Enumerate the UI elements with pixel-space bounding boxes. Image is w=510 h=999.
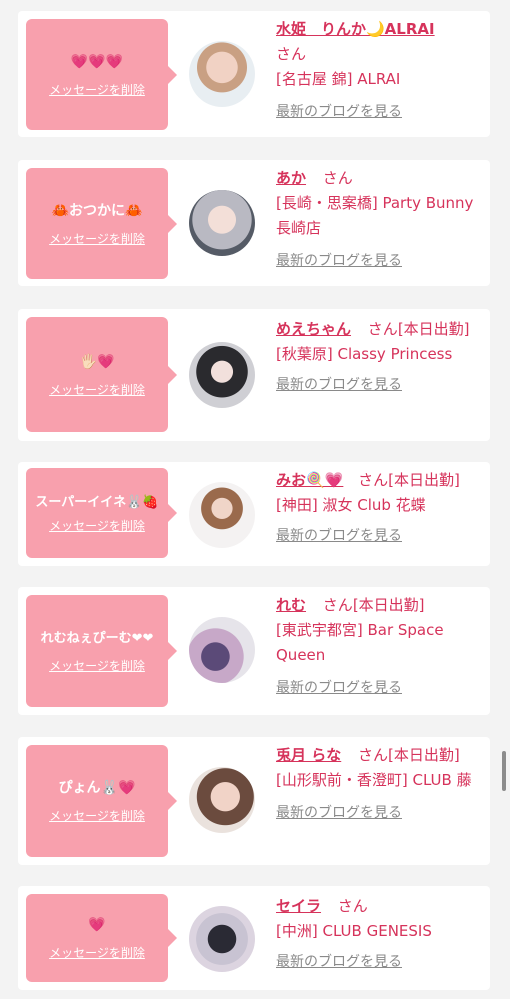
status-tag: [本日出勤]	[397, 320, 470, 338]
delete-message-link[interactable]: メッセージを削除	[49, 517, 145, 534]
message-card: 💗 メッセージを削除 セイラ さん [中洲] CLUB GENESIS 最新のブ…	[18, 886, 490, 990]
message-bubble: 🦀おつかに🦀 メッセージを削除	[26, 168, 177, 279]
delete-message-link[interactable]: メッセージを削除	[49, 230, 145, 247]
avatar[interactable]	[189, 342, 255, 408]
shop-name: [名古屋 錦] ALRAI	[276, 70, 401, 88]
message-bubble: ぴょん🐰💗 メッセージを削除	[26, 745, 177, 857]
san-suffix: さん	[322, 596, 353, 614]
san-suffix: さん	[276, 45, 307, 63]
latest-blog-link[interactable]: 最新のブログを見る	[276, 676, 484, 701]
message-card: ぴょん🐰💗 メッセージを削除 兎月 らな さん[本日出勤] [山形駅前・香澄町]…	[18, 737, 490, 865]
delete-message-link[interactable]: メッセージを削除	[49, 944, 145, 961]
message-text: 💗	[88, 917, 106, 933]
san-suffix: さん	[358, 471, 389, 489]
profile-name-link[interactable]: 水姫 りんか🌙ALRAI	[276, 20, 435, 38]
san-suffix: さん	[367, 320, 398, 338]
san-suffix: さん	[322, 169, 353, 187]
message-text: 💗💗💗	[70, 53, 124, 70]
latest-blog-link[interactable]: 最新のブログを見る	[276, 524, 484, 549]
delete-message-link[interactable]: メッセージを削除	[49, 81, 145, 98]
profile-name-link[interactable]: みお🍭💗	[276, 471, 343, 489]
message-card: 💗💗💗 メッセージを削除 水姫 りんか🌙ALRAI さん [名古屋 錦] ALR…	[18, 11, 490, 137]
avatar[interactable]	[189, 767, 255, 833]
delete-message-link[interactable]: メッセージを削除	[49, 807, 145, 824]
profile-name-link[interactable]: めえちゃん	[276, 320, 351, 338]
avatar[interactable]	[189, 190, 255, 256]
avatar[interactable]	[189, 906, 255, 972]
scrollbar[interactable]	[502, 751, 506, 791]
status-tag: [本日出勤]	[388, 746, 460, 764]
message-text: 🦀おつかに🦀	[51, 202, 143, 219]
message-text: スーパーイイネ🐰🍓	[35, 495, 159, 510]
profile-info: 兎月 らな さん[本日出勤] [山形駅前・香澄町] CLUB 藤 最新のブログを…	[276, 743, 484, 826]
san-suffix: さん	[337, 897, 368, 915]
profile-info: セイラ さん [中洲] CLUB GENESIS 最新のブログを見る	[276, 894, 484, 975]
status-tag: [本日出勤]	[388, 471, 460, 489]
status-tag: [本日出勤]	[352, 596, 425, 614]
avatar[interactable]	[189, 482, 255, 548]
profile-info: 水姫 りんか🌙ALRAI さん [名古屋 錦] ALRAI 最新のブログを見る	[276, 17, 484, 125]
profile-name-link[interactable]: れむ	[276, 596, 306, 614]
message-card: スーパーイイネ🐰🍓 メッセージを削除 みお🍭💗 さん[本日出勤] [神田] 淑女…	[18, 462, 490, 566]
shop-name: [秋葉原] Classy Princess	[276, 345, 453, 363]
message-bubble: 🖐🏻💗 メッセージを削除	[26, 317, 177, 432]
message-bubble: スーパーイイネ🐰🍓 メッセージを削除	[26, 468, 177, 558]
san-suffix: さん	[358, 746, 389, 764]
avatar[interactable]	[189, 41, 255, 107]
message-text: 🖐🏻💗	[79, 353, 115, 370]
latest-blog-link[interactable]: 最新のブログを見る	[276, 801, 484, 826]
delete-message-link[interactable]: メッセージを削除	[49, 657, 145, 674]
avatar[interactable]	[189, 617, 255, 683]
latest-blog-link[interactable]: 最新のブログを見る	[276, 373, 484, 398]
message-text: ぴょん🐰💗	[58, 780, 136, 796]
shop-name: [東武宇都宮] Bar Space Queen	[276, 621, 444, 664]
latest-blog-link[interactable]: 最新のブログを見る	[276, 100, 484, 125]
profile-info: あか さん [長崎・思案橋] Party Bunny 長崎店 最新のブログを見る	[276, 166, 484, 274]
profile-name-link[interactable]: 兎月 らな	[276, 746, 341, 764]
latest-blog-link[interactable]: 最新のブログを見る	[276, 249, 484, 274]
shop-name: [中洲] CLUB GENESIS	[276, 922, 432, 940]
shop-name: [山形駅前・香澄町] CLUB 藤	[276, 771, 472, 789]
profile-name-link[interactable]: セイラ	[276, 897, 321, 915]
latest-blog-link[interactable]: 最新のブログを見る	[276, 950, 484, 975]
shop-name: [長崎・思案橋] Party Bunny 長崎店	[276, 194, 474, 237]
profile-name-link[interactable]: あか	[276, 169, 306, 187]
message-text: れむねぇぴーむ❤❤	[40, 631, 154, 646]
message-bubble: 💗 メッセージを削除	[26, 894, 177, 982]
message-card: 🦀おつかに🦀 メッセージを削除 あか さん [長崎・思案橋] Party Bun…	[18, 160, 490, 286]
message-bubble: 💗💗💗 メッセージを削除	[26, 19, 177, 130]
profile-info: れむ さん[本日出勤] [東武宇都宮] Bar Space Queen 最新のブ…	[276, 593, 484, 701]
delete-message-link[interactable]: メッセージを削除	[49, 381, 145, 398]
message-bubble: れむねぇぴーむ❤❤ メッセージを削除	[26, 595, 177, 707]
shop-name: [神田] 淑女 Club 花蝶	[276, 496, 426, 514]
profile-info: みお🍭💗 さん[本日出勤] [神田] 淑女 Club 花蝶 最新のブログを見る	[276, 468, 484, 549]
message-card: 🖐🏻💗 メッセージを削除 めえちゃん さん[本日出勤] [秋葉原] Classy…	[18, 309, 490, 441]
profile-info: めえちゃん さん[本日出勤] [秋葉原] Classy Princess 最新の…	[276, 317, 484, 398]
message-card: れむねぇぴーむ❤❤ メッセージを削除 れむ さん[本日出勤] [東武宇都宮] B…	[18, 587, 490, 715]
